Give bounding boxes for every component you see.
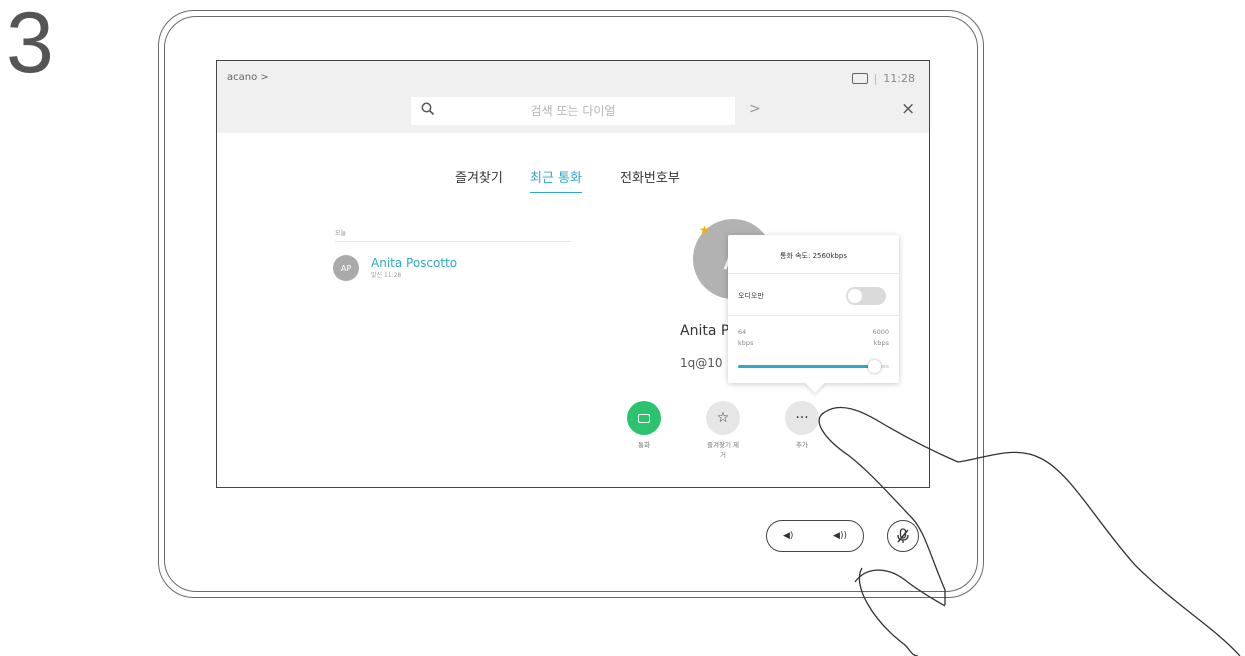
pointing-hand-illustration [818, 406, 1241, 656]
